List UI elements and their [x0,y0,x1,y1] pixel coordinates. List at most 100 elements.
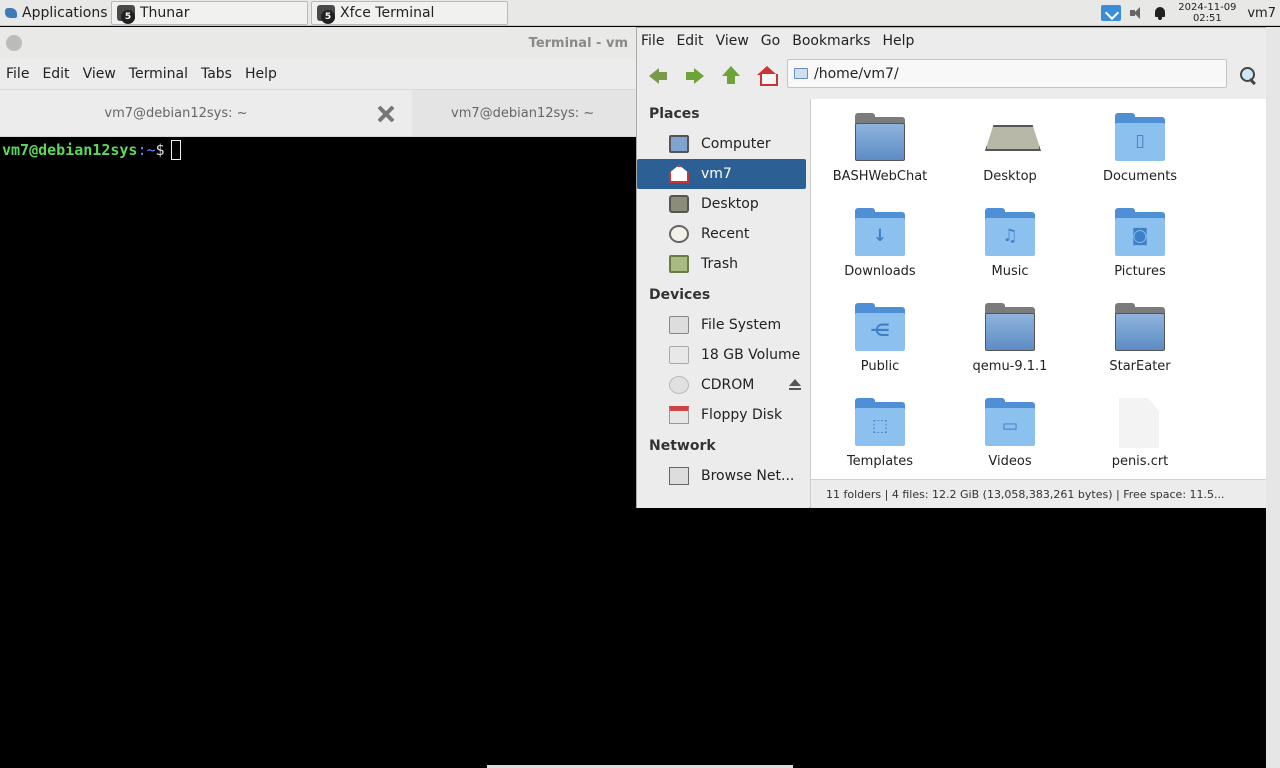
terminal-menu-view[interactable]: View [83,66,116,82]
location-path: /home/vm7/ [814,65,899,82]
fm-menu-bookmarks[interactable]: Bookmarks [792,33,870,49]
home-folder-icon [669,165,689,183]
file-item-penis-crt[interactable]: penis.crt [1080,396,1200,469]
sidebar-item-label: Browse Net... [701,468,795,484]
sidebar-item-desktop[interactable]: Desktop [637,189,809,219]
terminal-menu-terminal[interactable]: Terminal [129,66,188,82]
cdrom-icon [669,376,689,394]
file-label: Desktop [983,169,1037,184]
prompt-symbol: $ [155,141,165,159]
file-label: Videos [988,454,1032,469]
file-item-qemu[interactable]: qemu-9.1.1 [950,301,1070,374]
up-arrow-icon[interactable] [721,66,741,86]
forward-arrow-icon[interactable] [685,66,705,86]
terminal-tabbar: vm7@debian12sys: ~ vm7@debian12sys: ~ [0,89,636,137]
videos-folder-icon: ▭ [983,396,1037,450]
file-label: penis.crt [1111,454,1169,469]
applications-menu-button[interactable]: Applications ⁝ [0,2,120,24]
file-item-templates[interactable]: ⬚ Templates [820,396,940,469]
file-item-bashwebchat[interactable]: BASHWebChat [820,111,940,184]
terminal-menu-edit[interactable]: Edit [42,66,69,82]
volume-icon[interactable] [1129,6,1145,20]
file-label: StarEater [1109,359,1171,374]
status-bar: 11 folders | 4 files: 12.2 GiB (13,058,3… [810,479,1270,508]
public-folder-icon: ⋲ [853,301,907,355]
places-header: Places [649,106,700,122]
file-item-pictures[interactable]: ◙ Pictures [1080,206,1200,279]
terminal-tab-1[interactable]: vm7@debian12sys: ~ [0,90,412,136]
folder-icon [853,111,907,165]
sidebar-item-cdrom[interactable]: CDROM [637,370,809,400]
fm-menu-help[interactable]: Help [882,33,914,49]
file-item-public[interactable]: ⋲ Public [820,301,940,374]
clock-time: 02:51 [1192,13,1222,24]
terminal-title: Terminal - vm [528,35,628,51]
sidebar-item-recent[interactable]: Recent [637,219,809,249]
sidebar: Places Computer vm7 Desktop Recent Trash… [637,99,809,508]
sidebar-item-filesystem[interactable]: File System [637,310,809,340]
prompt-user: vm7@debian12sys [2,141,138,159]
sidebar-item-label: Computer [701,136,771,152]
file-item-desktop[interactable]: Desktop [950,111,1070,184]
sidebar-item-label: Desktop [701,196,759,212]
clock[interactable]: 2024-11-09 02:51 [1175,2,1239,24]
user-menu[interactable]: vm7 [1247,6,1280,21]
downloads-folder-icon: ↓ [853,206,907,260]
sidebar-item-label: File System [701,317,782,333]
devices-header: Devices [649,287,711,303]
file-item-downloads[interactable]: ↓ Downloads [820,206,940,279]
eject-icon[interactable] [789,379,801,391]
terminal-titlebar[interactable]: Terminal - vm [0,27,636,59]
thunar-toolbar: /home/vm7/ [637,54,1269,98]
search-icon[interactable] [1239,66,1259,86]
notification-bell-icon[interactable] [1153,6,1167,20]
task-label: Thunar [140,5,190,21]
taskbar-item-terminal[interactable]: 5 Xfce Terminal [311,1,508,25]
window-menu-icon[interactable] [6,35,22,51]
terminal-menu-help[interactable]: Help [245,66,277,82]
file-label: Documents [1102,169,1178,184]
sidebar-item-volume[interactable]: 18 GB Volume [637,340,809,370]
location-bar[interactable]: /home/vm7/ [787,59,1227,88]
back-arrow-icon[interactable] [649,66,669,86]
file-label: Public [860,359,900,374]
sidebar-item-computer[interactable]: Computer [637,129,809,159]
terminal-menu-file[interactable]: File [6,66,29,82]
fm-menu-view[interactable]: View [716,33,749,49]
sidebar-item-trash[interactable]: Trash [637,249,809,279]
templates-folder-icon: ⬚ [853,396,907,450]
file-item-stareater[interactable]: StarEater [1080,301,1200,374]
document-file-icon [1113,396,1167,450]
xfce-logo-icon [4,6,18,20]
right-edge-scrollbar[interactable] [1266,27,1280,768]
clock-date: 2024-11-09 [1178,2,1237,13]
computer-icon [669,135,689,153]
music-folder-icon: ♫ [983,206,1037,260]
close-tab-icon[interactable] [376,104,396,124]
trash-icon [669,255,689,273]
file-label: BASHWebChat [832,169,928,184]
terminal-tab-2[interactable]: vm7@debian12sys: ~ [412,90,636,136]
system-tray: 2024-11-09 02:51 vm7 [1101,0,1280,26]
network-icon[interactable] [1101,5,1122,21]
sidebar-item-floppy[interactable]: Floppy Disk [637,400,809,430]
sidebar-item-browse-network[interactable]: Browse Net... [637,461,809,491]
sidebar-item-home[interactable]: vm7 [637,159,806,189]
tab-label: vm7@debian12sys: ~ [104,105,248,121]
thunar-menubar: File Edit View Go Bookmarks Help [637,28,1269,54]
fm-menu-edit[interactable]: Edit [676,33,703,49]
file-item-videos[interactable]: ▭ Videos [950,396,1070,469]
terminal-menu-tabs[interactable]: Tabs [201,66,232,82]
sidebar-item-label: CDROM [701,377,755,393]
home-icon[interactable] [757,66,778,86]
task-label: Xfce Terminal [340,5,435,21]
taskbar-item-thunar[interactable]: 5 Thunar [111,1,308,25]
applications-label: Applications [22,4,108,21]
desktop-icon [983,111,1041,165]
fm-menu-go[interactable]: Go [761,33,780,49]
harddisk-icon [669,316,689,334]
file-item-documents[interactable]: ▯ Documents [1080,111,1200,184]
file-item-music[interactable]: ♫ Music [950,206,1070,279]
fm-menu-file[interactable]: File [641,33,664,49]
terminal-prompt[interactable]: vm7@debian12sys:~ $ [0,137,636,163]
